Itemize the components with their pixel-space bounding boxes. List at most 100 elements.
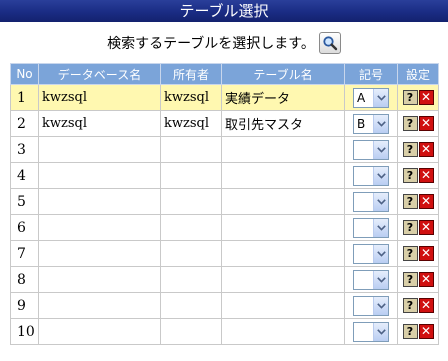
chevron-down-icon[interactable]	[373, 114, 388, 133]
table-name-cell	[221, 214, 345, 241]
table-row[interactable]: 2 kwzsql kwzsql 取引先マスタ B? ✕	[10, 110, 439, 137]
symbol-cell	[344, 214, 398, 241]
owner-cell	[160, 136, 222, 163]
table-name-cell	[221, 136, 345, 163]
table-row[interactable]: 5? ✕	[10, 188, 439, 215]
table-row[interactable]: 8? ✕	[10, 266, 439, 293]
symbol-value	[354, 219, 373, 237]
delete-icon[interactable]: ✕	[418, 220, 434, 235]
owner-cell: kwzsql	[160, 84, 222, 111]
delete-icon[interactable]: ✕	[418, 298, 434, 313]
settings-cell: ? ✕	[397, 84, 439, 111]
col-header-symbol: 記号	[344, 63, 398, 85]
symbol-value	[354, 167, 373, 185]
database-name-cell: kwzsql	[38, 110, 161, 137]
delete-icon[interactable]: ✕	[418, 116, 434, 131]
owner-cell	[160, 240, 222, 267]
table-row[interactable]: 1 kwzsql kwzsql 実績データ A? ✕	[10, 84, 439, 111]
col-header-no: No	[10, 63, 39, 85]
table-name-cell	[221, 266, 345, 293]
chevron-down-icon[interactable]	[373, 166, 388, 185]
settings-cell: ? ✕	[397, 136, 439, 163]
symbol-value: A	[357, 90, 366, 105]
symbol-cell	[344, 136, 398, 163]
symbol-select[interactable]	[353, 191, 389, 212]
symbol-select[interactable]: B	[353, 113, 389, 134]
settings-cell: ? ✕	[397, 318, 439, 345]
table-name-cell	[221, 188, 345, 215]
help-icon[interactable]: ?	[402, 194, 418, 209]
instruction-text: 検索するテーブルを選択します。	[107, 36, 315, 52]
owner-cell	[160, 214, 222, 241]
delete-icon[interactable]: ✕	[418, 272, 434, 287]
symbol-cell	[344, 292, 398, 319]
table-row[interactable]: 3? ✕	[10, 136, 439, 163]
symbol-select[interactable]	[353, 165, 389, 186]
chevron-down-icon[interactable]	[373, 322, 388, 341]
delete-icon[interactable]: ✕	[418, 246, 434, 261]
help-icon[interactable]: ?	[402, 220, 418, 235]
table-row[interactable]: 4? ✕	[10, 162, 439, 189]
database-name-cell	[38, 266, 161, 293]
symbol-select[interactable]	[353, 217, 389, 238]
row-number: 10	[10, 318, 39, 345]
delete-icon[interactable]: ✕	[418, 168, 434, 183]
symbol-value	[354, 323, 373, 341]
row-number: 4	[10, 162, 39, 189]
database-name-cell	[38, 292, 161, 319]
database-name-cell	[38, 240, 161, 267]
chevron-down-icon[interactable]	[373, 192, 388, 211]
delete-icon[interactable]: ✕	[418, 90, 434, 105]
symbol-select[interactable]	[353, 243, 389, 264]
database-name-cell	[38, 188, 161, 215]
owner-cell	[160, 292, 222, 319]
symbol-select[interactable]	[353, 321, 389, 342]
settings-cell: ? ✕	[397, 162, 439, 189]
chevron-down-icon[interactable]	[373, 244, 388, 263]
row-number: 1	[10, 84, 39, 111]
help-icon[interactable]: ?	[402, 298, 418, 313]
row-number: 6	[10, 214, 39, 241]
chevron-down-icon[interactable]	[373, 88, 388, 107]
chevron-down-icon[interactable]	[373, 140, 388, 159]
symbol-select[interactable]	[353, 269, 389, 290]
help-icon[interactable]: ?	[402, 90, 418, 105]
table-row[interactable]: 9? ✕	[10, 292, 439, 319]
help-icon[interactable]: ?	[402, 324, 418, 339]
table-row[interactable]: 6? ✕	[10, 214, 439, 241]
database-name-cell	[38, 136, 161, 163]
symbol-cell	[344, 266, 398, 293]
table-row[interactable]: 7? ✕	[10, 240, 439, 267]
table-row[interactable]: 10? ✕	[10, 318, 439, 345]
symbol-select[interactable]	[353, 295, 389, 316]
table-selection-grid: No データベース名 所有者 テーブル名 記号 設定 1 kwzsql kwzsql…	[10, 63, 439, 345]
database-name-cell	[38, 318, 161, 345]
table-name-cell: 実績データ	[221, 84, 345, 111]
page-title: テーブル選択	[0, 0, 448, 22]
row-number: 2	[10, 110, 39, 137]
symbol-select[interactable]: A	[353, 87, 389, 108]
help-icon[interactable]: ?	[402, 246, 418, 261]
settings-cell: ? ✕	[397, 240, 439, 267]
search-button[interactable]	[318, 32, 341, 54]
table-name-cell: 取引先マスタ	[221, 110, 345, 137]
delete-icon[interactable]: ✕	[418, 194, 434, 209]
symbol-cell: B	[344, 110, 398, 137]
col-header-table: テーブル名	[221, 63, 345, 85]
table-header: No データベース名 所有者 テーブル名 記号 設定	[10, 63, 439, 85]
owner-cell: kwzsql	[160, 110, 222, 137]
symbol-value	[354, 193, 373, 211]
help-icon[interactable]: ?	[402, 168, 418, 183]
table-name-cell	[221, 162, 345, 189]
delete-icon[interactable]: ✕	[418, 324, 434, 339]
chevron-down-icon[interactable]	[373, 296, 388, 315]
help-icon[interactable]: ?	[402, 116, 418, 131]
delete-icon[interactable]: ✕	[418, 142, 434, 157]
symbol-select[interactable]	[353, 139, 389, 160]
help-icon[interactable]: ?	[402, 272, 418, 287]
symbol-cell	[344, 188, 398, 215]
row-number: 7	[10, 240, 39, 267]
chevron-down-icon[interactable]	[373, 270, 388, 289]
help-icon[interactable]: ?	[402, 142, 418, 157]
chevron-down-icon[interactable]	[373, 218, 388, 237]
